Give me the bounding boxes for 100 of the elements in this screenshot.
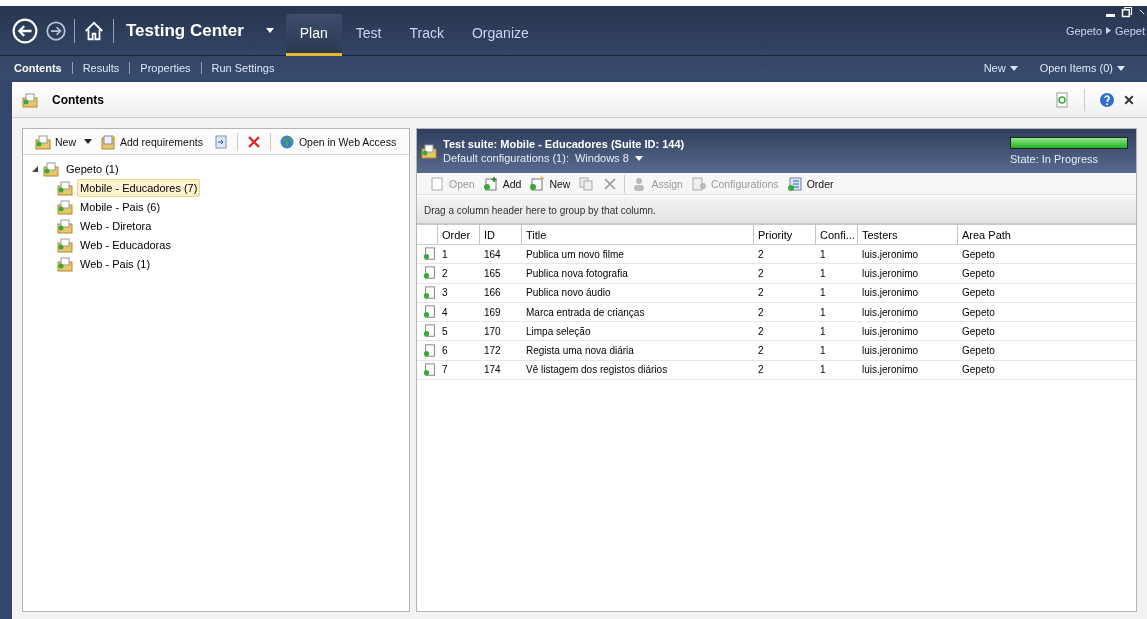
suite-folder-icon: [421, 143, 437, 159]
table-cell-text: 2: [757, 247, 765, 262]
table-cell-text: 2: [757, 344, 765, 359]
table-cell-text: luis.jeronimo: [861, 305, 920, 320]
table-cell-text: 165: [483, 266, 502, 281]
table-cell-text: luis.jeronimo: [861, 266, 920, 281]
column-header[interactable]: ID: [479, 225, 521, 244]
tree-item[interactable]: Web - Educadoras: [77, 235, 174, 254]
test-case-icon: [423, 285, 437, 300]
menu-button[interactable]: Open Items (0): [1039, 62, 1113, 74]
caret-icon: [1117, 65, 1125, 71]
table-cell-text: luis.jeronimo: [861, 286, 920, 301]
home-icon: [83, 19, 105, 42]
table-cell-text: 174: [483, 363, 502, 378]
table-cell-text: luis.jeronimo: [861, 247, 920, 262]
panel-title: Contents: [52, 92, 105, 107]
sub-tab[interactable]: Results: [82, 62, 120, 74]
back-icon: [12, 17, 38, 44]
table-cell-text: Gepeto: [961, 286, 996, 301]
table-cell-text: 1: [819, 286, 827, 301]
caret-icon: [1009, 65, 1018, 71]
toolbar-button[interactable]: Add: [480, 175, 524, 192]
test-case-icon: [423, 266, 437, 281]
table-cell-text: 6: [441, 344, 449, 359]
configuration-dropdown[interactable]: Windows 8: [574, 152, 629, 164]
table-cell-text: Gepeto: [961, 344, 996, 359]
caret-icon: [634, 155, 643, 161]
table-cell-text: 166: [483, 286, 502, 301]
close-icon: [1123, 93, 1135, 106]
table-cell-text: 164: [483, 247, 502, 262]
new-suite-icon: [35, 133, 51, 150]
nav-tab[interactable]: Organize: [457, 13, 543, 56]
suite-folder-icon: [57, 236, 73, 253]
column-header[interactable]: Area Path: [957, 225, 1136, 244]
sub-tab[interactable]: Properties: [140, 62, 191, 74]
forward-icon: [46, 20, 66, 41]
sub-tab[interactable]: Run Settings: [211, 62, 275, 74]
column-header[interactable]: Order: [437, 225, 479, 244]
toolbar-button[interactable]: New: [527, 175, 573, 192]
table-cell-text: 3: [441, 286, 449, 301]
tree-item[interactable]: Mobile - Pais (6): [77, 197, 164, 216]
tree-item[interactable]: Gepeto (1): [63, 159, 122, 178]
configurations-label: Default configurations (1):: [443, 152, 569, 164]
table-cell-text: 170: [483, 324, 502, 339]
table-cell-text: 2: [757, 286, 765, 301]
help-icon: [1099, 91, 1115, 108]
table-cell-text: luis.jeronimo: [861, 344, 920, 359]
tree-item[interactable]: Web - Pais (1): [77, 254, 154, 273]
refresh-icon: [1054, 91, 1070, 108]
column-header[interactable]: Title: [521, 225, 753, 244]
remove-icon: [602, 175, 619, 192]
table-cell-text: 4: [441, 305, 449, 320]
nav-tab[interactable]: Test: [341, 13, 396, 56]
tree-item[interactable]: Mobile - Educadores (7): [77, 178, 201, 197]
column-header[interactable]: Confi...: [815, 225, 857, 244]
table-cell-text: 2: [757, 363, 765, 378]
ordered-list-icon: [786, 175, 803, 192]
table-cell-text: 2: [757, 324, 765, 339]
table-cell-text: luis.jeronimo: [861, 324, 920, 339]
expanded-triangle-icon[interactable]: [31, 164, 39, 173]
test-case-icon: [423, 324, 437, 339]
table-cell-text: 2: [757, 266, 765, 281]
table-cell-text: Marca entrada de crianças: [525, 305, 646, 320]
minimize-icon: [1106, 14, 1115, 17]
column-header[interactable]: Priority: [753, 225, 815, 244]
toolbar-button[interactable]: Open in Web Access: [276, 133, 399, 150]
suite-folder-icon: [57, 179, 73, 196]
group-by-hint: Drag a column header here to group by that column.: [417, 197, 1136, 225]
table-cell-text: Publica novo áudio: [525, 286, 612, 301]
table-cell-text: 1: [819, 266, 827, 281]
table-cell-text: Gepeto: [961, 324, 996, 339]
caret-icon: [265, 28, 274, 33]
nav-tab[interactable]: Track: [395, 13, 458, 56]
table-cell-text: Gepeto: [961, 363, 996, 378]
test-case-icon: [423, 362, 437, 377]
delete-icon: [245, 133, 262, 150]
table-cell-text: Gepeto: [961, 305, 996, 320]
caret-icon: [84, 139, 92, 144]
tree-item[interactable]: Web - Diretora: [77, 216, 155, 235]
table-cell-text: 169: [483, 305, 502, 320]
table-cell-text: 1: [819, 344, 827, 359]
table-cell-text: 2: [441, 266, 449, 281]
table-cell-text: Gepeto: [961, 247, 996, 262]
breadcrumb-item[interactable]: Gepet: [1115, 24, 1145, 37]
table-cell-text: 1: [819, 363, 827, 378]
suite-state: State: In Progress: [1010, 153, 1100, 165]
breadcrumb-item[interactable]: Gepeto: [1065, 24, 1103, 37]
toolbar-button[interactable]: New: [33, 133, 78, 150]
menu-button[interactable]: New: [983, 62, 1006, 74]
restore-icon: [1121, 6, 1133, 18]
toolbar-button[interactable]: Order: [784, 175, 836, 192]
column-header[interactable]: Testers: [857, 225, 957, 244]
toolbar-button[interactable]: Add requirements: [98, 133, 205, 150]
globe-icon: [278, 133, 295, 150]
nav-tab[interactable]: Plan: [285, 13, 342, 56]
breadcrumb-arrow-icon: [1106, 27, 1112, 34]
table-cell-text: Publica nova fotografia: [525, 266, 629, 281]
table-cell-text: 5: [441, 324, 449, 339]
table-cell-text: 2: [757, 305, 765, 320]
sub-tab[interactable]: Contents: [14, 62, 62, 74]
